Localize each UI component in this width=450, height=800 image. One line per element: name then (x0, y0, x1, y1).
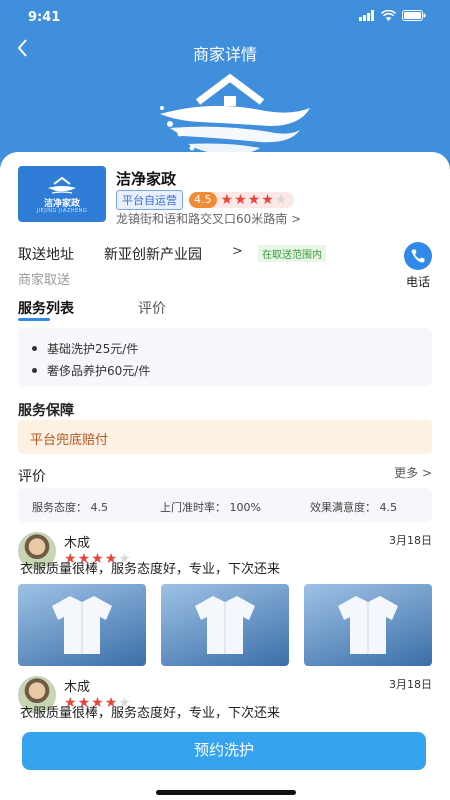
phone-icon (404, 242, 432, 270)
guarantee-banner: 平台兜底赔付 (18, 420, 432, 454)
service-list: 基础洗护25元/件 奢侈品养护60元/件 (18, 328, 432, 386)
pickup-mode: 商家取送 (18, 273, 71, 288)
shop-address[interactable]: 龙镇街和语和路交叉口60米路南 > (116, 210, 301, 227)
status-time: 9:41 (28, 10, 61, 25)
reviews-title: 评价 (18, 469, 46, 485)
rating-score: 4.5 (189, 192, 217, 208)
active-tab-indicator (18, 318, 50, 321)
metric-on-time-rate: 上门准时率： 100% (160, 501, 261, 514)
shop-info: 洁净家政 JIEJING JIAZHENG 洁净家政 平台自运营 4.5 ★ ★… (18, 166, 438, 228)
review-photo[interactable] (304, 584, 432, 666)
pickup-address-row: 取送地址 新亚创新产业园 > 在取送范围内 商家取送 电话 (18, 242, 438, 294)
bullet-icon (32, 368, 37, 373)
tab-reviews[interactable]: 评价 (138, 298, 166, 318)
service-item: 奢侈品养护60元/件 (32, 362, 150, 379)
shop-logo-subtext: JIEJING JIAZHENG (36, 208, 88, 214)
shirt-photo-icon (195, 596, 255, 654)
review-item: 木成 ★★★★★ 3月18日 衣服质量很棒，服务态度好，专业，下次还来 (18, 532, 432, 668)
shirt-photo-icon (338, 596, 398, 654)
review-item: 木成 ★★★★★ 3月18日 衣服质量很棒，服务态度好，专业，下次还来 (18, 676, 432, 726)
star-empty-icon: ★ (274, 192, 288, 208)
status-bar: 9:41 (0, 0, 450, 34)
shirt-photo-icon (52, 596, 112, 654)
star-icon: ★ (261, 192, 274, 208)
more-reviews-link[interactable]: 更多 > (394, 464, 432, 481)
review-photo[interactable] (161, 584, 289, 666)
self-operated-badge: 平台自运营 (116, 190, 183, 210)
nav-bar: 商家详情 (0, 36, 450, 68)
wifi-icon (380, 9, 397, 25)
house-wave-logo-icon (160, 73, 310, 155)
shop-logo: 洁净家政 JIEJING JIAZHENG (18, 166, 106, 222)
metric-satisfaction: 效果满意度： 4.5 (310, 501, 397, 514)
star-icon: ★ (247, 192, 261, 208)
page-title: 商家详情 (192, 45, 257, 64)
bullet-icon (32, 346, 37, 351)
review-text: 衣服质量很棒，服务态度好，专业，下次还来 (20, 562, 281, 577)
review-photo[interactable] (18, 584, 146, 666)
merchant-detail-card: 洁净家政 JIEJING JIAZHENG 洁净家政 平台自运营 4.5 ★ ★… (0, 152, 450, 800)
book-wash-button[interactable]: 预约洗护 (22, 732, 426, 770)
pickup-place[interactable]: 新亚创新产业园 (104, 244, 202, 264)
review-text: 衣服质量很棒，服务态度好，专业，下次还来 (20, 706, 281, 721)
service-label: 基础洗护25元/件 (47, 342, 139, 356)
status-icons (359, 9, 426, 25)
service-label: 奢侈品养护60元/件 (47, 364, 151, 378)
pickup-label: 取送地址 (18, 247, 74, 263)
review-photos (18, 584, 432, 666)
signal-icon (359, 10, 375, 25)
review-date: 3月18日 (389, 534, 432, 547)
review-date: 3月18日 (389, 678, 432, 691)
battery-icon (402, 10, 426, 25)
shop-logo-icon (48, 176, 76, 194)
guarantee-title: 服务保障 (18, 403, 74, 419)
star-icon: ★ (234, 192, 247, 208)
review-metrics: 服务态度： 4.5 上门准时率： 100% 效果满意度： 4.5 (18, 488, 432, 522)
phone-button[interactable]: 电话 (398, 242, 438, 290)
metric-service-attitude: 服务态度： 4.5 (32, 501, 108, 514)
chevron-right-icon[interactable]: > (232, 244, 243, 259)
home-indicator (156, 790, 296, 795)
guarantee-text: 平台兜底赔付 (30, 433, 109, 448)
shop-badges: 平台自运营 4.5 ★ ★ ★ ★ ★ (116, 190, 295, 210)
shop-rating: 4.5 ★ ★ ★ ★ ★ (189, 192, 295, 208)
star-icon: ★ (220, 192, 234, 208)
tab-bar: 服务列表 评价 (18, 298, 438, 324)
shop-name: 洁净家政 (116, 170, 177, 188)
service-item: 基础洗护25元/件 (32, 340, 138, 357)
tab-service-list[interactable]: 服务列表 (18, 298, 74, 318)
in-range-tag: 在取送范围内 (258, 245, 326, 262)
phone-label: 电话 (405, 275, 430, 289)
